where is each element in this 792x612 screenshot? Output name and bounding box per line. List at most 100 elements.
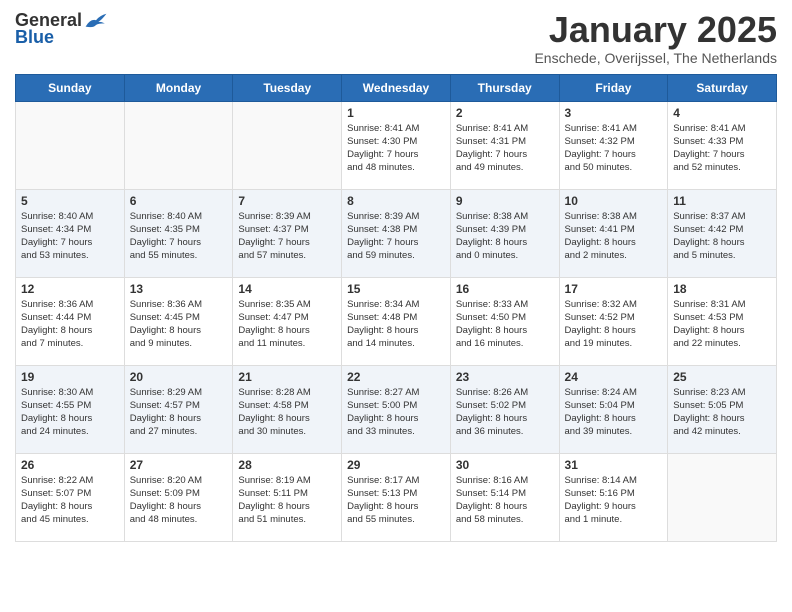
calendar-day-28: 28 Sunrise: 8:19 AM Sunset: 5:11 PM Dayli… — [233, 453, 342, 541]
day-info: Sunrise: 8:38 AM Sunset: 4:41 PM Dayligh… — [565, 210, 663, 263]
calendar-day-10: 10 Sunrise: 8:38 AM Sunset: 4:41 PM Dayli… — [559, 189, 668, 277]
day-info: Sunrise: 8:22 AM Sunset: 5:07 PM Dayligh… — [21, 474, 119, 527]
calendar-day-25: 25Sunrise: 8:23 AM Sunset: 5:05 PM Dayli… — [668, 365, 777, 453]
calendar-day-20: 20Sunrise: 8:29 AM Sunset: 4:57 PM Dayli… — [124, 365, 233, 453]
calendar-day-18: 18Sunrise: 8:31 AM Sunset: 4:53 PM Dayli… — [668, 277, 777, 365]
calendar-week-row: 19 Sunrise: 8:30 AM Sunset: 4:55 PM Dayli… — [16, 365, 777, 453]
calendar-day-1: 1 Sunrise: 8:41 AM Sunset: 4:30 PM Daylig… — [342, 101, 451, 189]
day-number: 30 — [456, 458, 554, 472]
day-number: 28 — [238, 458, 336, 472]
day-number: 29 — [347, 458, 445, 472]
calendar-day-14: 14 Sunrise: 8:35 AM Sunset: 4:47 PM Dayli… — [233, 277, 342, 365]
day-info: Sunrise: 8:34 AM Sunset: 4:48 PM Dayligh… — [347, 298, 445, 351]
day-number: 3 — [565, 106, 663, 120]
calendar-day-21: 21 Sunrise: 8:28 AM Sunset: 4:58 PM Dayli… — [233, 365, 342, 453]
day-number: 24 — [565, 370, 663, 384]
calendar-header-monday: Monday — [124, 74, 233, 101]
day-number: 2 — [456, 106, 554, 120]
day-number: 12 — [21, 282, 119, 296]
day-number: 23 — [456, 370, 554, 384]
calendar-day-15: 15 Sunrise: 8:34 AM Sunset: 4:48 PM Dayli… — [342, 277, 451, 365]
day-info: Sunrise: 8:32 AM Sunset: 4:52 PM Dayligh… — [565, 298, 663, 351]
calendar-day-7: 7 Sunrise: 8:39 AM Sunset: 4:37 PM Daylig… — [233, 189, 342, 277]
day-number: 10 — [565, 194, 663, 208]
calendar-day-9: 9Sunrise: 8:38 AM Sunset: 4:39 PM Daylig… — [450, 189, 559, 277]
title-block: January 2025 Enschede, Overijssel, The N… — [534, 10, 777, 66]
calendar-header-friday: Friday — [559, 74, 668, 101]
day-info: Sunrise: 8:28 AM Sunset: 4:58 PM Dayligh… — [238, 386, 336, 439]
calendar-header-wednesday: Wednesday — [342, 74, 451, 101]
calendar-day-empty — [16, 101, 125, 189]
day-info: Sunrise: 8:36 AM Sunset: 4:44 PM Dayligh… — [21, 298, 119, 351]
day-info: Sunrise: 8:24 AM Sunset: 5:04 PM Dayligh… — [565, 386, 663, 439]
calendar-day-4: 4 Sunrise: 8:41 AM Sunset: 4:33 PM Daylig… — [668, 101, 777, 189]
day-number: 17 — [565, 282, 663, 296]
day-info: Sunrise: 8:36 AM Sunset: 4:45 PM Dayligh… — [130, 298, 228, 351]
day-info: Sunrise: 8:35 AM Sunset: 4:47 PM Dayligh… — [238, 298, 336, 351]
day-info: Sunrise: 8:20 AM Sunset: 5:09 PM Dayligh… — [130, 474, 228, 527]
day-info: Sunrise: 8:37 AM Sunset: 4:42 PM Dayligh… — [673, 210, 771, 263]
day-info: Sunrise: 8:30 AM Sunset: 4:55 PM Dayligh… — [21, 386, 119, 439]
calendar-day-26: 26 Sunrise: 8:22 AM Sunset: 5:07 PM Dayli… — [16, 453, 125, 541]
calendar-header-row: SundayMondayTuesdayWednesdayThursdayFrid… — [16, 74, 777, 101]
calendar-header-sunday: Sunday — [16, 74, 125, 101]
day-number: 31 — [565, 458, 663, 472]
day-info: Sunrise: 8:38 AM Sunset: 4:39 PM Dayligh… — [456, 210, 554, 263]
logo-blue-text: Blue — [15, 27, 54, 48]
calendar-day-16: 16Sunrise: 8:33 AM Sunset: 4:50 PM Dayli… — [450, 277, 559, 365]
day-info: Sunrise: 8:41 AM Sunset: 4:31 PM Dayligh… — [456, 122, 554, 175]
calendar-day-29: 29 Sunrise: 8:17 AM Sunset: 5:13 PM Dayli… — [342, 453, 451, 541]
day-number: 21 — [238, 370, 336, 384]
day-info: Sunrise: 8:33 AM Sunset: 4:50 PM Dayligh… — [456, 298, 554, 351]
calendar-day-24: 24 Sunrise: 8:24 AM Sunset: 5:04 PM Dayli… — [559, 365, 668, 453]
calendar-day-22: 22 Sunrise: 8:27 AM Sunset: 5:00 PM Dayli… — [342, 365, 451, 453]
day-number: 22 — [347, 370, 445, 384]
calendar-day-30: 30 Sunrise: 8:16 AM Sunset: 5:14 PM Dayli… — [450, 453, 559, 541]
day-info: Sunrise: 8:14 AM Sunset: 5:16 PM Dayligh… — [565, 474, 663, 527]
day-number: 6 — [130, 194, 228, 208]
day-number: 26 — [21, 458, 119, 472]
page-header: General Blue January 2025 Enschede, Over… — [15, 10, 777, 66]
day-info: Sunrise: 8:41 AM Sunset: 4:33 PM Dayligh… — [673, 122, 771, 175]
calendar-day-empty — [124, 101, 233, 189]
calendar-day-11: 11 Sunrise: 8:37 AM Sunset: 4:42 PM Dayli… — [668, 189, 777, 277]
calendar-day-31: 31 Sunrise: 8:14 AM Sunset: 5:16 PM Dayli… — [559, 453, 668, 541]
calendar-day-8: 8 Sunrise: 8:39 AM Sunset: 4:38 PM Daylig… — [342, 189, 451, 277]
day-number: 4 — [673, 106, 771, 120]
calendar-header-saturday: Saturday — [668, 74, 777, 101]
day-info: Sunrise: 8:17 AM Sunset: 5:13 PM Dayligh… — [347, 474, 445, 527]
day-number: 8 — [347, 194, 445, 208]
calendar-header-thursday: Thursday — [450, 74, 559, 101]
calendar-day-empty — [668, 453, 777, 541]
calendar-week-row: 26 Sunrise: 8:22 AM Sunset: 5:07 PM Dayli… — [16, 453, 777, 541]
day-number: 5 — [21, 194, 119, 208]
day-number: 20 — [130, 370, 228, 384]
day-info: Sunrise: 8:39 AM Sunset: 4:38 PM Dayligh… — [347, 210, 445, 263]
day-number: 14 — [238, 282, 336, 296]
day-info: Sunrise: 8:27 AM Sunset: 5:00 PM Dayligh… — [347, 386, 445, 439]
calendar-week-row: 5 Sunrise: 8:40 AM Sunset: 4:34 PM Daylig… — [16, 189, 777, 277]
logo: General Blue — [15, 10, 108, 48]
month-title: January 2025 — [534, 10, 777, 50]
calendar-day-17: 17 Sunrise: 8:32 AM Sunset: 4:52 PM Dayli… — [559, 277, 668, 365]
day-number: 19 — [21, 370, 119, 384]
location-title: Enschede, Overijssel, The Netherlands — [534, 50, 777, 66]
calendar-day-5: 5 Sunrise: 8:40 AM Sunset: 4:34 PM Daylig… — [16, 189, 125, 277]
day-info: Sunrise: 8:39 AM Sunset: 4:37 PM Dayligh… — [238, 210, 336, 263]
day-info: Sunrise: 8:16 AM Sunset: 5:14 PM Dayligh… — [456, 474, 554, 527]
calendar-day-12: 12 Sunrise: 8:36 AM Sunset: 4:44 PM Dayli… — [16, 277, 125, 365]
day-info: Sunrise: 8:40 AM Sunset: 4:34 PM Dayligh… — [21, 210, 119, 263]
day-number: 18 — [673, 282, 771, 296]
day-info: Sunrise: 8:23 AM Sunset: 5:05 PM Dayligh… — [673, 386, 771, 439]
day-info: Sunrise: 8:41 AM Sunset: 4:30 PM Dayligh… — [347, 122, 445, 175]
calendar-day-6: 6 Sunrise: 8:40 AM Sunset: 4:35 PM Daylig… — [124, 189, 233, 277]
calendar-day-27: 27Sunrise: 8:20 AM Sunset: 5:09 PM Dayli… — [124, 453, 233, 541]
calendar-day-empty — [233, 101, 342, 189]
day-info: Sunrise: 8:40 AM Sunset: 4:35 PM Dayligh… — [130, 210, 228, 263]
day-info: Sunrise: 8:19 AM Sunset: 5:11 PM Dayligh… — [238, 474, 336, 527]
day-number: 15 — [347, 282, 445, 296]
day-number: 1 — [347, 106, 445, 120]
day-number: 11 — [673, 194, 771, 208]
day-number: 7 — [238, 194, 336, 208]
logo-bird-icon — [84, 12, 108, 30]
